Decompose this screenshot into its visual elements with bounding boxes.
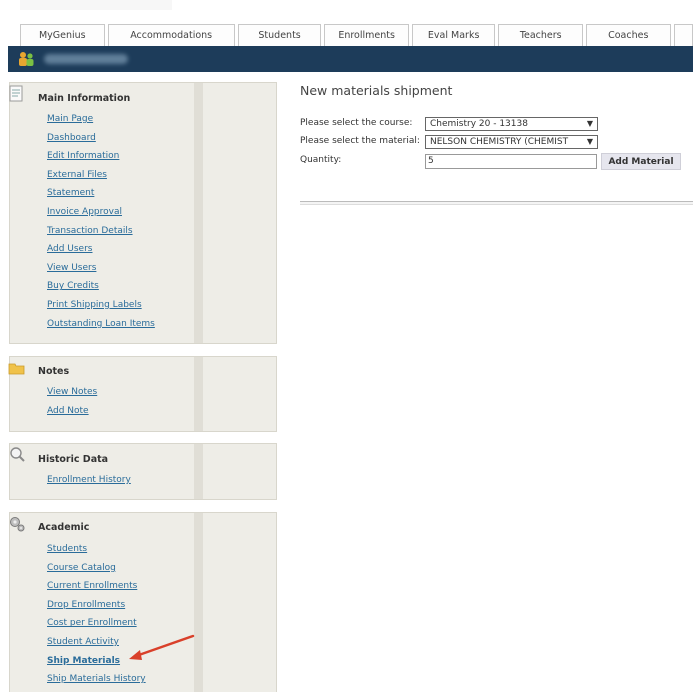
sidebar-item-transaction-details[interactable]: Transaction Details <box>47 225 155 244</box>
folder-icon <box>8 363 25 375</box>
material-label: Please select the material: <box>300 136 420 146</box>
tab-mygenius[interactable]: MyGenius <box>20 24 105 46</box>
add-material-button[interactable]: Add Material <box>601 153 681 170</box>
sidebar-item-dashboard[interactable]: Dashboard <box>47 132 155 151</box>
blank-logo-area <box>20 0 172 10</box>
sidebar-item-add-note[interactable]: Add Note <box>47 405 97 424</box>
dropdown-arrow-icon: ▼ <box>586 119 593 128</box>
historic-data-panel: Historic Data Enrollment History <box>9 443 277 500</box>
sidebar-item-ship-materials-history[interactable]: Ship Materials History <box>47 673 146 692</box>
main-information-panel: Main Information Main Page Dashboard Edi… <box>9 82 277 344</box>
gears-icon <box>10 517 25 532</box>
tab-students[interactable]: Students <box>237 24 322 46</box>
annotation-arrow-icon <box>129 634 195 660</box>
sidebar-item-students[interactable]: Students <box>47 543 146 562</box>
course-select[interactable]: Chemistry 20 - 13138 ▼ <box>425 117 598 131</box>
page-title: New materials shipment <box>300 83 453 98</box>
sidebar-item-current-enrollments[interactable]: Current Enrollments <box>47 580 146 599</box>
panel-right-area <box>203 83 276 343</box>
sidebar-item-invoice-approval[interactable]: Invoice Approval <box>47 206 155 225</box>
panel-divider-strip <box>194 444 203 499</box>
tab-overflow[interactable] <box>673 24 693 46</box>
sidebar-item-main-page[interactable]: Main Page <box>47 113 155 132</box>
quantity-label: Quantity: <box>300 155 342 165</box>
sidebar-item-statement[interactable]: Statement <box>47 187 155 206</box>
notes-links: View Notes Add Note <box>47 386 97 423</box>
main-tab-bar: MyGenius Accommodations Students Enrollm… <box>8 24 693 46</box>
tab-coaches[interactable]: Coaches <box>585 24 671 46</box>
panel-right-area <box>203 444 276 499</box>
sidebar-item-edit-information[interactable]: Edit Information <box>47 150 155 169</box>
quantity-input[interactable]: 5 <box>425 154 597 169</box>
panel-divider-strip <box>194 357 203 431</box>
sidebar-item-enrollment-history[interactable]: Enrollment History <box>47 474 131 493</box>
sidebar-item-course-catalog[interactable]: Course Catalog <box>47 562 146 581</box>
panel-right-area <box>203 513 276 692</box>
content-divider <box>300 201 693 205</box>
tab-enrollments[interactable]: Enrollments <box>324 24 409 46</box>
panel-title-notes: Notes <box>38 366 70 377</box>
panel-title-historic-data: Historic Data <box>38 454 109 465</box>
sidebar-item-buy-credits[interactable]: Buy Credits <box>47 280 155 299</box>
school-people-icon <box>19 52 34 66</box>
sidebar-item-external-files[interactable]: External Files <box>47 169 155 188</box>
tab-teachers[interactable]: Teachers <box>498 24 583 46</box>
panel-title-main-information: Main Information <box>38 93 131 104</box>
panel-right-area <box>203 357 276 431</box>
sidebar-item-view-notes[interactable]: View Notes <box>47 386 97 405</box>
material-select-value: NELSON CHEMISTRY (CHEMIST <box>430 137 569 147</box>
material-select[interactable]: NELSON CHEMISTRY (CHEMIST ▼ <box>425 135 598 149</box>
course-label: Please select the course: <box>300 118 413 128</box>
notes-panel: Notes View Notes Add Note <box>8 356 277 432</box>
sidebar-item-drop-enrollments[interactable]: Drop Enrollments <box>47 599 146 618</box>
school-name-redacted <box>44 54 128 64</box>
sidebar-item-add-users[interactable]: Add Users <box>47 243 155 262</box>
tab-accommodations[interactable]: Accommodations <box>107 24 235 46</box>
course-select-value: Chemistry 20 - 13138 <box>430 119 528 129</box>
sidebar-item-view-users[interactable]: View Users <box>47 262 155 281</box>
dropdown-arrow-icon: ▼ <box>586 137 593 146</box>
tab-eval-marks[interactable]: Eval Marks <box>411 24 496 46</box>
magnifier-icon <box>10 447 25 462</box>
panel-divider-strip <box>194 83 203 343</box>
document-icon <box>9 85 23 102</box>
top-strip <box>0 0 693 24</box>
sidebar-item-outstanding-loan-items[interactable]: Outstanding Loan Items <box>47 318 155 337</box>
academic-links: Students Course Catalog Current Enrollme… <box>47 543 146 692</box>
panel-title-academic: Academic <box>38 522 90 533</box>
school-header-bar <box>8 46 693 72</box>
historic-data-links: Enrollment History <box>47 474 131 493</box>
sidebar-item-print-shipping-labels[interactable]: Print Shipping Labels <box>47 299 155 318</box>
main-information-links: Main Page Dashboard Edit Information Ext… <box>47 113 155 336</box>
